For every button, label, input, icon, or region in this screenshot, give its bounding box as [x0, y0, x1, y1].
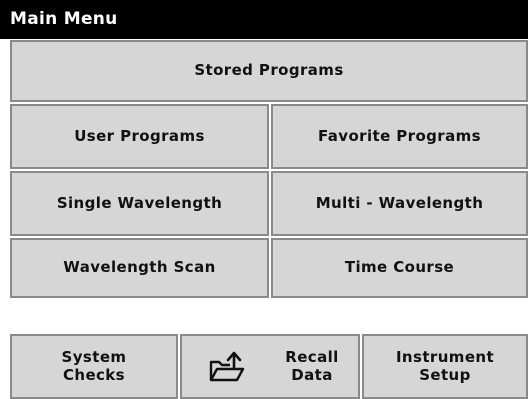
- wavelength-scan-label: Wavelength Scan: [63, 258, 216, 277]
- instrument-setup-label: Instrument Setup: [395, 348, 495, 384]
- wavelength-scan-button[interactable]: Wavelength Scan: [10, 238, 269, 298]
- multi-wavelength-button[interactable]: Multi - Wavelength: [271, 171, 528, 236]
- stored-programs-button[interactable]: Stored Programs: [10, 40, 528, 102]
- system-checks-button[interactable]: System Checks: [10, 334, 178, 399]
- single-wavelength-button[interactable]: Single Wavelength: [10, 171, 269, 236]
- user-programs-label: User Programs: [74, 126, 205, 145]
- recall-data-content: Recall Data: [182, 349, 358, 385]
- time-course-label: Time Course: [344, 258, 455, 277]
- favorite-programs-label: Favorite Programs: [318, 126, 481, 145]
- recall-data-label: Recall Data: [285, 348, 339, 384]
- page-title: Main Menu: [0, 0, 528, 39]
- instrument-setup-button[interactable]: Instrument Setup: [362, 334, 528, 399]
- system-checks-label: System Checks: [61, 348, 127, 384]
- recall-data-button[interactable]: Recall Data: [180, 334, 360, 399]
- favorite-programs-button[interactable]: Favorite Programs: [271, 104, 528, 169]
- single-wavelength-label: Single Wavelength: [56, 193, 223, 212]
- user-programs-button[interactable]: User Programs: [10, 104, 269, 169]
- time-course-button[interactable]: Time Course: [271, 238, 528, 298]
- multi-wavelength-label: Multi - Wavelength: [315, 193, 484, 212]
- main-menu-screen: Main Menu Stored Programs User Programs …: [0, 0, 528, 399]
- stored-programs-label: Stored Programs: [194, 61, 344, 80]
- menu-spacer: [10, 300, 528, 332]
- folder-export-icon: [207, 349, 247, 385]
